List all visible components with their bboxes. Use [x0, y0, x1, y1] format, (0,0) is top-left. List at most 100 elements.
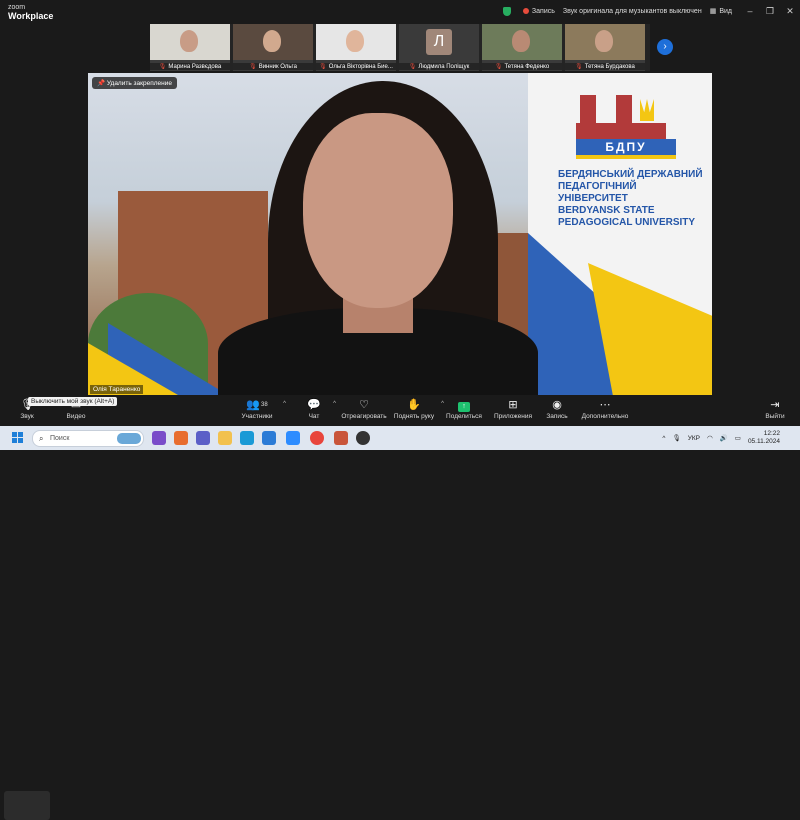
language-indicator[interactable]: УКР: [688, 435, 700, 442]
participant-name: 🎙 Марина Развєдова: [150, 63, 230, 70]
participant-name-text: Людмила Поліщук: [418, 64, 470, 70]
muted-mic-icon: 🎙: [158, 64, 167, 70]
participant-thumbnail[interactable]: 🎙 Винник Ольга: [233, 24, 313, 71]
close-button[interactable]: ✕: [780, 6, 800, 17]
chat-icon: 💬: [307, 399, 321, 411]
original-sound-status[interactable]: Звук оригинала для музыкантов выключен: [563, 8, 702, 15]
battery-icon[interactable]: ▭: [735, 434, 741, 442]
widgets-icon[interactable]: [174, 431, 188, 445]
share-button[interactable]: ↑ Поделиться: [444, 395, 484, 426]
clock-date: 05.11.2024: [747, 438, 780, 445]
maximize-button[interactable]: ❐: [760, 6, 780, 17]
meeting-toolbar: 🎙 Звук ▭ Видео 👥38 Участники ^ 💬 Чат ^ ♡…: [0, 395, 800, 820]
emblem-banner: БДПУ: [576, 139, 676, 159]
view-label: Вид: [719, 7, 732, 15]
shield-icon: [502, 6, 511, 16]
participant-video: [565, 24, 645, 60]
muted-mic-icon: 🎙: [249, 64, 257, 70]
participant-face: [595, 30, 613, 52]
record-button[interactable]: ◉ Запись: [542, 395, 572, 426]
participant-avatar: Л: [426, 29, 452, 55]
university-line-4: PEDAGOGICAL UNIVERSITY: [558, 217, 696, 228]
emblem-wall: [576, 123, 666, 139]
chevron-up-icon[interactable]: ^: [662, 435, 665, 442]
participant-thumbnail-strip: 🎙 Марина Развєдова 🎙 Винник Ольга 🎙 Ольга Вік…: [150, 24, 650, 71]
participant-name: 🎙 Людмила Поліщук: [399, 63, 479, 70]
copilot-icon[interactable]: [152, 431, 166, 445]
participants-button[interactable]: 👥38 Участники ^: [236, 395, 286, 426]
title-bar-controls: Запись Звук оригинала для музыкантов вык…: [502, 0, 800, 22]
muted-mic-icon: 🎙: [408, 64, 417, 70]
participant-video: [233, 24, 313, 60]
search-icon: ⌕: [39, 434, 44, 443]
chevron-up-icon[interactable]: ^: [333, 401, 336, 407]
zoom-logo: zoom Workplace: [8, 3, 53, 21]
participant-name-text: Винник Ольга: [258, 64, 297, 70]
participant-face: [512, 30, 530, 52]
unpin-button[interactable]: 📌 Удалить закрепление: [92, 77, 177, 89]
participant-name-text: Марина Развєдова: [168, 64, 222, 70]
muted-mic-icon: 🎙: [575, 64, 583, 70]
view-menu[interactable]: ▦ Вид: [710, 7, 732, 16]
volume-icon[interactable]: 🔊: [720, 434, 728, 442]
participant-thumbnail[interactable]: Л 🎙 Людмила Поліщук: [399, 24, 479, 71]
participant-thumbnail[interactable]: 🎙 Тетяна Феденко: [482, 24, 562, 71]
audio-label: Звук: [20, 413, 34, 420]
participant-thumbnail[interactable]: 🎙 Тетяна Бурдакова: [565, 24, 645, 71]
recording-label: Запись: [531, 7, 555, 15]
clock[interactable]: 12:22 05.11.2024: [748, 430, 780, 446]
raise-hand-button[interactable]: ✋ Поднять руку ^: [392, 395, 444, 426]
participant-video: [150, 24, 230, 60]
security-status[interactable]: [502, 6, 515, 16]
word-icon[interactable]: [262, 431, 276, 445]
more-button[interactable]: ⋯ Дополнительно: [578, 395, 632, 426]
audio-button-highlight: [4, 791, 50, 820]
zoom-taskbar-icon[interactable]: [286, 431, 300, 445]
windows-taskbar: ⌕ Поиск ^ 🎙 УКР ◠ 🔊 ▭ 12:22 05.11.2024: [0, 426, 800, 450]
pinned-video[interactable]: БДПУ БЕРДЯНСЬКИЙ ДЕРЖАВНИЙ ПЕДАГОГІЧНИЙ …: [88, 73, 712, 395]
react-label: Отреагировать: [341, 413, 387, 420]
leave-label: Выйти: [765, 413, 785, 420]
university-line-3: BERDYANSK STATE: [558, 205, 655, 216]
next-page-button[interactable]: ›: [657, 39, 673, 55]
chat-button[interactable]: 💬 Чат ^: [300, 395, 336, 426]
wifi-icon[interactable]: ◠: [707, 434, 713, 442]
more-icon: ⋯: [599, 399, 611, 411]
participant-thumbnail[interactable]: 🎙 Марина Развєдова: [150, 24, 230, 71]
participants-label: Участники: [241, 413, 273, 420]
file-explorer-icon[interactable]: [218, 431, 232, 445]
muted-mic-icon: 🎙: [494, 64, 503, 70]
chat-label: Чат: [308, 413, 320, 420]
chevron-up-icon[interactable]: ^: [283, 401, 286, 407]
participant-face: [263, 30, 281, 52]
microphone-tray-icon[interactable]: 🎙: [672, 434, 680, 442]
apps-button[interactable]: ⊞ Приложения: [492, 395, 534, 426]
title-bar: zoom Workplace Запись Звук оригинала для…: [0, 0, 800, 22]
taskbar-search[interactable]: ⌕ Поиск: [32, 430, 144, 447]
more-label: Дополнительно: [581, 413, 629, 420]
record-icon: ◉: [552, 399, 562, 411]
record-dot-icon: [522, 8, 529, 14]
participant-video: [316, 24, 396, 60]
minimize-button[interactable]: –: [740, 6, 760, 16]
participant-thumbnail[interactable]: 🎙 Ольга Вікторівна Бие...: [316, 24, 396, 71]
participant-face: [346, 30, 364, 52]
share-label: Поделиться: [446, 413, 482, 420]
leave-button[interactable]: ⇥ Выйти: [760, 395, 790, 426]
participant-face: [180, 30, 198, 52]
windows-start-icon[interactable]: [12, 432, 23, 443]
media-player-icon[interactable]: [356, 431, 370, 445]
participant-name-text: Тетяна Феденко: [504, 64, 550, 70]
mute-tooltip: Выключить мой звук (Alt+A): [28, 397, 118, 406]
paint-icon[interactable]: [334, 431, 348, 445]
teams-icon[interactable]: [196, 431, 210, 445]
react-button[interactable]: ♡ Отреагировать: [340, 395, 388, 426]
search-placeholder: Поиск: [50, 435, 70, 442]
raise-hand-label: Поднять руку: [393, 413, 435, 420]
participants-count: 38: [261, 402, 268, 408]
recording-indicator[interactable]: Запись: [522, 7, 555, 15]
chrome-icon[interactable]: [310, 431, 324, 445]
logo-line2: Workplace: [8, 11, 54, 21]
edge-icon[interactable]: [240, 431, 254, 445]
clock-time: 12:22: [763, 430, 780, 437]
